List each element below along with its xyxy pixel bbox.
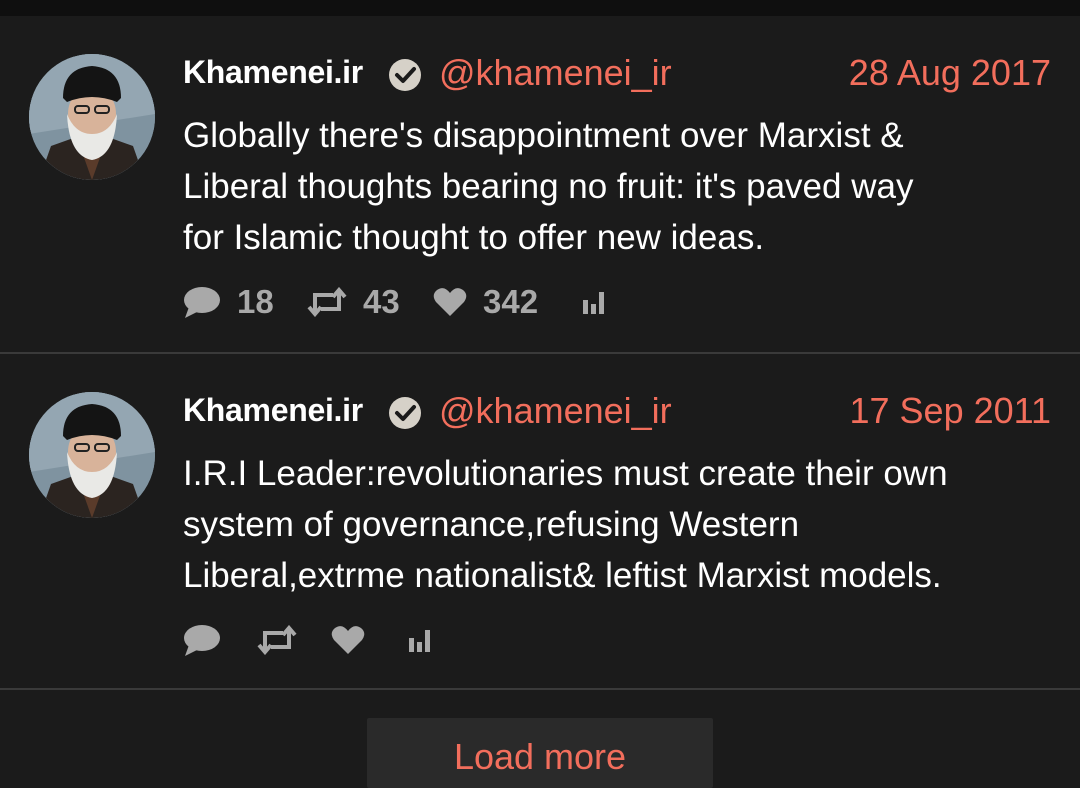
tweet-text: Globally there's disappointment over Mar…	[183, 110, 1063, 263]
author-handle[interactable]: @khamenei_ir	[439, 390, 672, 432]
verified-icon	[388, 396, 422, 430]
retweet-icon	[307, 287, 347, 317]
top-bar	[0, 0, 1080, 16]
tweet-text: I.R.I Leader:revolutionaries must create…	[183, 448, 1063, 601]
tweet-text-line: I.R.I Leader:revolutionaries must create…	[183, 454, 948, 493]
retweet-icon	[257, 625, 297, 655]
avatar[interactable]	[29, 392, 155, 518]
verified-icon	[388, 58, 422, 92]
tweet-actions	[183, 620, 683, 660]
tweet-item[interactable]: Khamenei.ir @khamenei_ir 17 Sep 2011 I.R…	[0, 354, 1080, 688]
reply-button[interactable]	[183, 620, 221, 660]
reply-count: 18	[237, 283, 274, 320]
like-icon	[433, 288, 467, 316]
tweet-header: Khamenei.ir @khamenei_ir 28 Aug 2017	[183, 52, 1051, 96]
tweet-text-line: Liberal thoughts bearing no fruit: it's …	[183, 167, 914, 206]
tweet-actions: 18 43 342	[183, 282, 683, 322]
avatar[interactable]	[29, 54, 155, 180]
analytics-icon	[583, 292, 604, 314]
retweet-button[interactable]	[257, 620, 297, 660]
retweet-button[interactable]: 43	[307, 282, 400, 322]
tweet-item[interactable]: Khamenei.ir @khamenei_ir 28 Aug 2017 Glo…	[0, 16, 1080, 352]
retweet-count: 43	[363, 283, 400, 320]
tweet-text-line: Liberal,extrme nationalist& leftist Marx…	[183, 556, 942, 595]
author-name[interactable]: Khamenei.ir	[183, 54, 363, 91]
tweet-text-line: for Islamic thought to offer new ideas.	[183, 218, 765, 257]
load-more-label: Load more	[453, 736, 627, 777]
tweet-text-line: system of governance,refusing Western	[183, 505, 800, 544]
author-name[interactable]: Khamenei.ir	[183, 392, 363, 429]
author-handle[interactable]: @khamenei_ir	[439, 52, 672, 94]
tweet-text-line: Globally there's disappointment over Mar…	[183, 116, 904, 155]
like-icon	[331, 626, 365, 654]
tweet-date[interactable]: 28 Aug 2017	[849, 52, 1051, 94]
analytics-button[interactable]	[407, 620, 435, 660]
tweet-header: Khamenei.ir @khamenei_ir 17 Sep 2011	[183, 390, 1051, 434]
reply-button[interactable]: 18	[183, 282, 274, 322]
load-more-button[interactable]: Load more	[367, 718, 713, 788]
divider	[0, 688, 1080, 690]
tweet-date[interactable]: 17 Sep 2011	[849, 390, 1051, 432]
reply-icon	[184, 625, 220, 656]
like-count: 342	[483, 283, 539, 320]
like-button[interactable]	[331, 620, 365, 660]
like-button[interactable]: 342	[433, 282, 538, 322]
analytics-button[interactable]	[581, 282, 609, 322]
reply-icon	[184, 287, 220, 318]
analytics-icon	[409, 630, 430, 652]
